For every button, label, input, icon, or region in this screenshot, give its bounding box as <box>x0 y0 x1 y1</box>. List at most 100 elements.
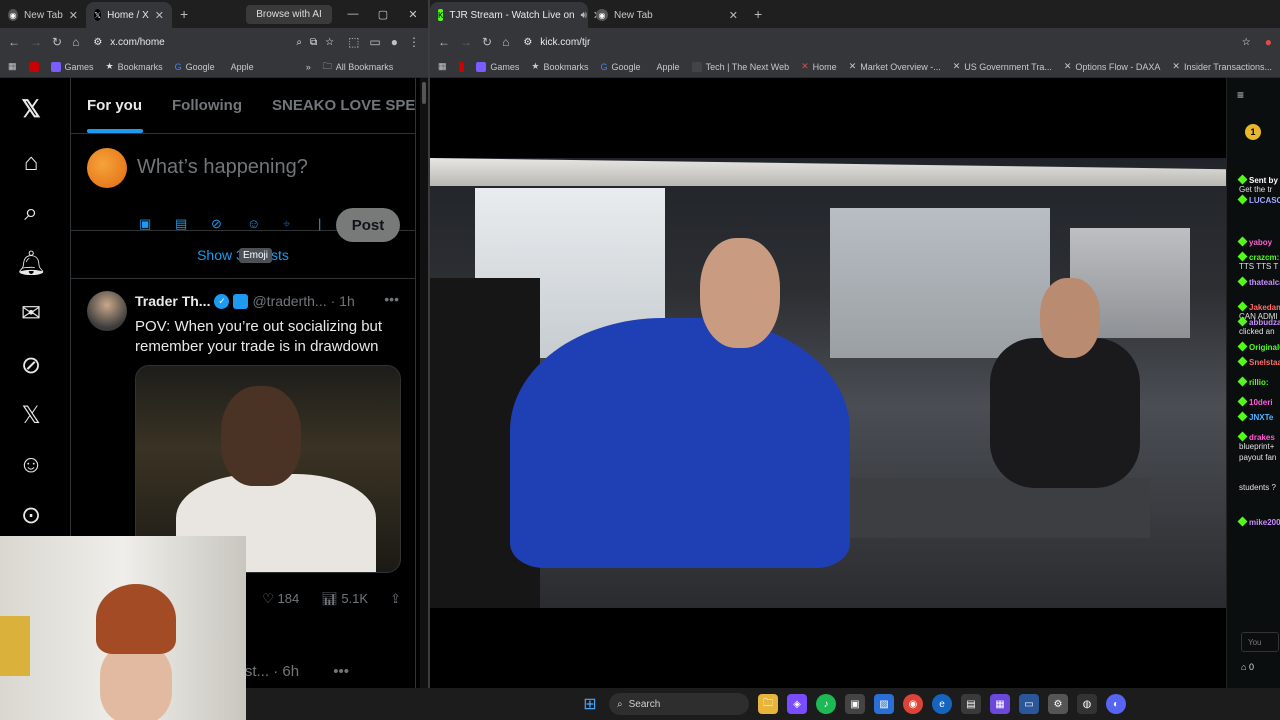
taskbar-search[interactable]: ⌕ Search <box>609 693 749 715</box>
grok-icon[interactable]: ⊘ <box>18 352 44 379</box>
tab-new-tab[interactable]: ◉ New Tab ✕ <box>0 2 86 28</box>
file-explorer-icon[interactable]: 🗀 <box>758 694 778 714</box>
profile-icon[interactable]: ☺ <box>18 451 44 478</box>
chat-input[interactable]: You <box>1241 632 1279 652</box>
gif-icon[interactable]: ▤ <box>175 216 187 232</box>
bookmark-options-flow[interactable]: ✕ Options Flow - DAXA <box>1064 61 1161 72</box>
tab-sneako[interactable]: SNEAKO LOVE SPEEC <box>272 97 415 114</box>
chat-username[interactable]: LUCASO3 <box>1249 196 1280 205</box>
bookmark-insider-transactions[interactable]: ✕ Insider Transactions... <box>1172 61 1272 72</box>
close-icon[interactable]: ✕ <box>69 9 78 22</box>
back-icon[interactable]: ← <box>438 35 450 49</box>
calculator-icon[interactable]: ▦ <box>990 694 1010 714</box>
avatar[interactable] <box>87 148 127 188</box>
edge-icon[interactable]: e <box>932 694 952 714</box>
site-info-icon[interactable]: ⚙ <box>523 37 532 48</box>
grok-icon[interactable]: ⊘ <box>211 216 222 232</box>
forward-icon[interactable]: → <box>30 35 42 49</box>
collapse-chat-icon[interactable]: ≡ <box>1237 88 1244 102</box>
share-icon[interactable]: ⇪ <box>390 591 401 607</box>
back-icon[interactable]: ← <box>8 35 20 49</box>
chat-username[interactable]: Snelstaag <box>1249 358 1280 367</box>
schedule-icon[interactable]: | <box>318 216 321 231</box>
emoji-icon[interactable]: ☺ <box>247 216 260 231</box>
site-info-icon[interactable]: ⚙ <box>93 37 102 48</box>
bookmark-games[interactable]: Games <box>50 61 94 72</box>
bookmark-star-icon[interactable]: ☆ <box>1242 37 1251 48</box>
apps-icon[interactable]: ▦ <box>438 61 447 72</box>
tweet-time[interactable]: · 1h <box>331 293 355 309</box>
notifications-icon[interactable]: 🔔︎ <box>16 250 46 277</box>
app-icon[interactable]: ◍ <box>1077 694 1097 714</box>
close-icon[interactable]: ✕ <box>729 9 738 22</box>
x-logo-icon[interactable]: 𝕏 <box>18 96 44 123</box>
avatar[interactable] <box>87 291 127 331</box>
discord-icon[interactable]: ◐ <box>1106 694 1126 714</box>
menu-icon[interactable]: ⋮ <box>408 35 420 49</box>
copilot-icon[interactable]: ◈ <box>787 694 807 714</box>
close-window-button[interactable]: ✕ <box>398 8 428 21</box>
forward-icon[interactable]: → <box>460 35 472 49</box>
bookmark-apple[interactable]: Apple <box>227 62 254 72</box>
chat-username[interactable]: 10deri <box>1249 398 1273 407</box>
terminal-icon[interactable]: ▤ <box>961 694 981 714</box>
more-options-icon[interactable]: ••• <box>333 663 349 680</box>
bookmark-favicon[interactable] <box>28 61 39 72</box>
browse-with-ai-button[interactable]: Browse with AI <box>246 4 332 24</box>
home-icon[interactable]: ⌂ <box>18 149 44 176</box>
apps-icon[interactable]: ▦ <box>8 61 17 72</box>
zoom-icon[interactable]: ⌕ <box>296 37 302 48</box>
chat-username[interactable]: drakes <box>1249 433 1275 442</box>
bookmark-us-government[interactable]: ✕ US Government Tra... <box>953 61 1052 72</box>
bookmark-tnw[interactable]: Tech | The Next Web <box>691 61 789 72</box>
outlook-icon[interactable]: ▭ <box>1019 694 1039 714</box>
chat-username[interactable]: rillio: <box>1249 378 1269 387</box>
chat-username[interactable]: Jakedam <box>1249 303 1280 312</box>
premium-icon[interactable]: 𝕏 <box>18 402 44 429</box>
chat-username[interactable]: yaboy <box>1249 238 1272 247</box>
tab-new-tab[interactable]: ◉ New Tab ✕ <box>588 2 746 28</box>
address-bar[interactable]: ⚙ x.com/home ⌕ ⧉ ☆ <box>89 37 338 48</box>
extensions-icon[interactable]: ⬚ <box>348 35 359 49</box>
more-icon[interactable]: ⊙ <box>18 502 44 529</box>
new-tab-button[interactable]: + <box>172 6 196 22</box>
photos-icon[interactable]: ▨ <box>874 694 894 714</box>
address-bar[interactable]: ⚙ kick.com/tjr ☆ <box>519 37 1254 48</box>
location-icon[interactable]: ⌖ <box>283 216 290 232</box>
chat-username[interactable]: JNXTe <box>1249 413 1273 422</box>
scrollbar[interactable] <box>420 78 428 688</box>
chat-username[interactable]: crazcm: <box>1249 253 1279 262</box>
bookmark-bookmarks[interactable]: ★ Bookmarks <box>106 61 163 72</box>
explore-icon[interactable]: ⌕ <box>18 199 44 226</box>
author-name[interactable]: Trader Th... <box>135 293 210 309</box>
sidebar-icon[interactable]: ▭ <box>369 35 380 49</box>
audio-icon[interactable]: 🔊︎ <box>581 10 587 21</box>
chat-username[interactable]: Original05 <box>1249 343 1280 352</box>
reload-icon[interactable]: ↻ <box>52 35 62 49</box>
home-icon[interactable]: ⌂ <box>502 35 509 49</box>
home-icon[interactable]: ⌂ <box>72 35 79 49</box>
maximize-button[interactable]: ▢ <box>368 8 398 21</box>
views-button[interactable]: 📊︎ 5.1K <box>321 591 368 607</box>
more-options-icon[interactable]: ••• <box>384 291 399 307</box>
author-handle[interactable]: @traderth... <box>252 293 326 309</box>
messages-icon[interactable]: ✉ <box>18 300 44 327</box>
spotify-icon[interactable]: ♪ <box>816 694 836 714</box>
bookmark-apple[interactable]: Apple <box>653 62 680 72</box>
bookmark-star-icon[interactable]: ☆ <box>325 37 334 48</box>
compose-input[interactable]: What’s happening? <box>137 156 308 179</box>
chat-username[interactable]: mike2000 <box>1249 518 1280 527</box>
stream-video[interactable] <box>430 158 1226 608</box>
chrome-icon[interactable]: ◉ <box>903 694 923 714</box>
chat-username[interactable]: abbudzab <box>1249 318 1280 327</box>
tab-tjr-stream[interactable]: K TJR Stream - Watch Live on 🔊︎ ✕ <box>430 2 602 28</box>
all-bookmarks[interactable]: 🗀 All Bookmarks <box>323 59 394 75</box>
store-icon[interactable]: ▣ <box>845 694 865 714</box>
bookmark-favicon[interactable] <box>458 61 465 72</box>
tab-home-x[interactable]: 𝕏 Home / X ✕ <box>86 2 172 28</box>
start-icon[interactable]: ⊞ <box>580 694 600 714</box>
bookmark-bookmarks[interactable]: ★ Bookmarks <box>531 61 588 72</box>
post-button[interactable]: Post <box>336 208 400 242</box>
settings-icon[interactable]: ⚙ <box>1048 694 1068 714</box>
profile-icon[interactable]: ● <box>1265 35 1272 49</box>
